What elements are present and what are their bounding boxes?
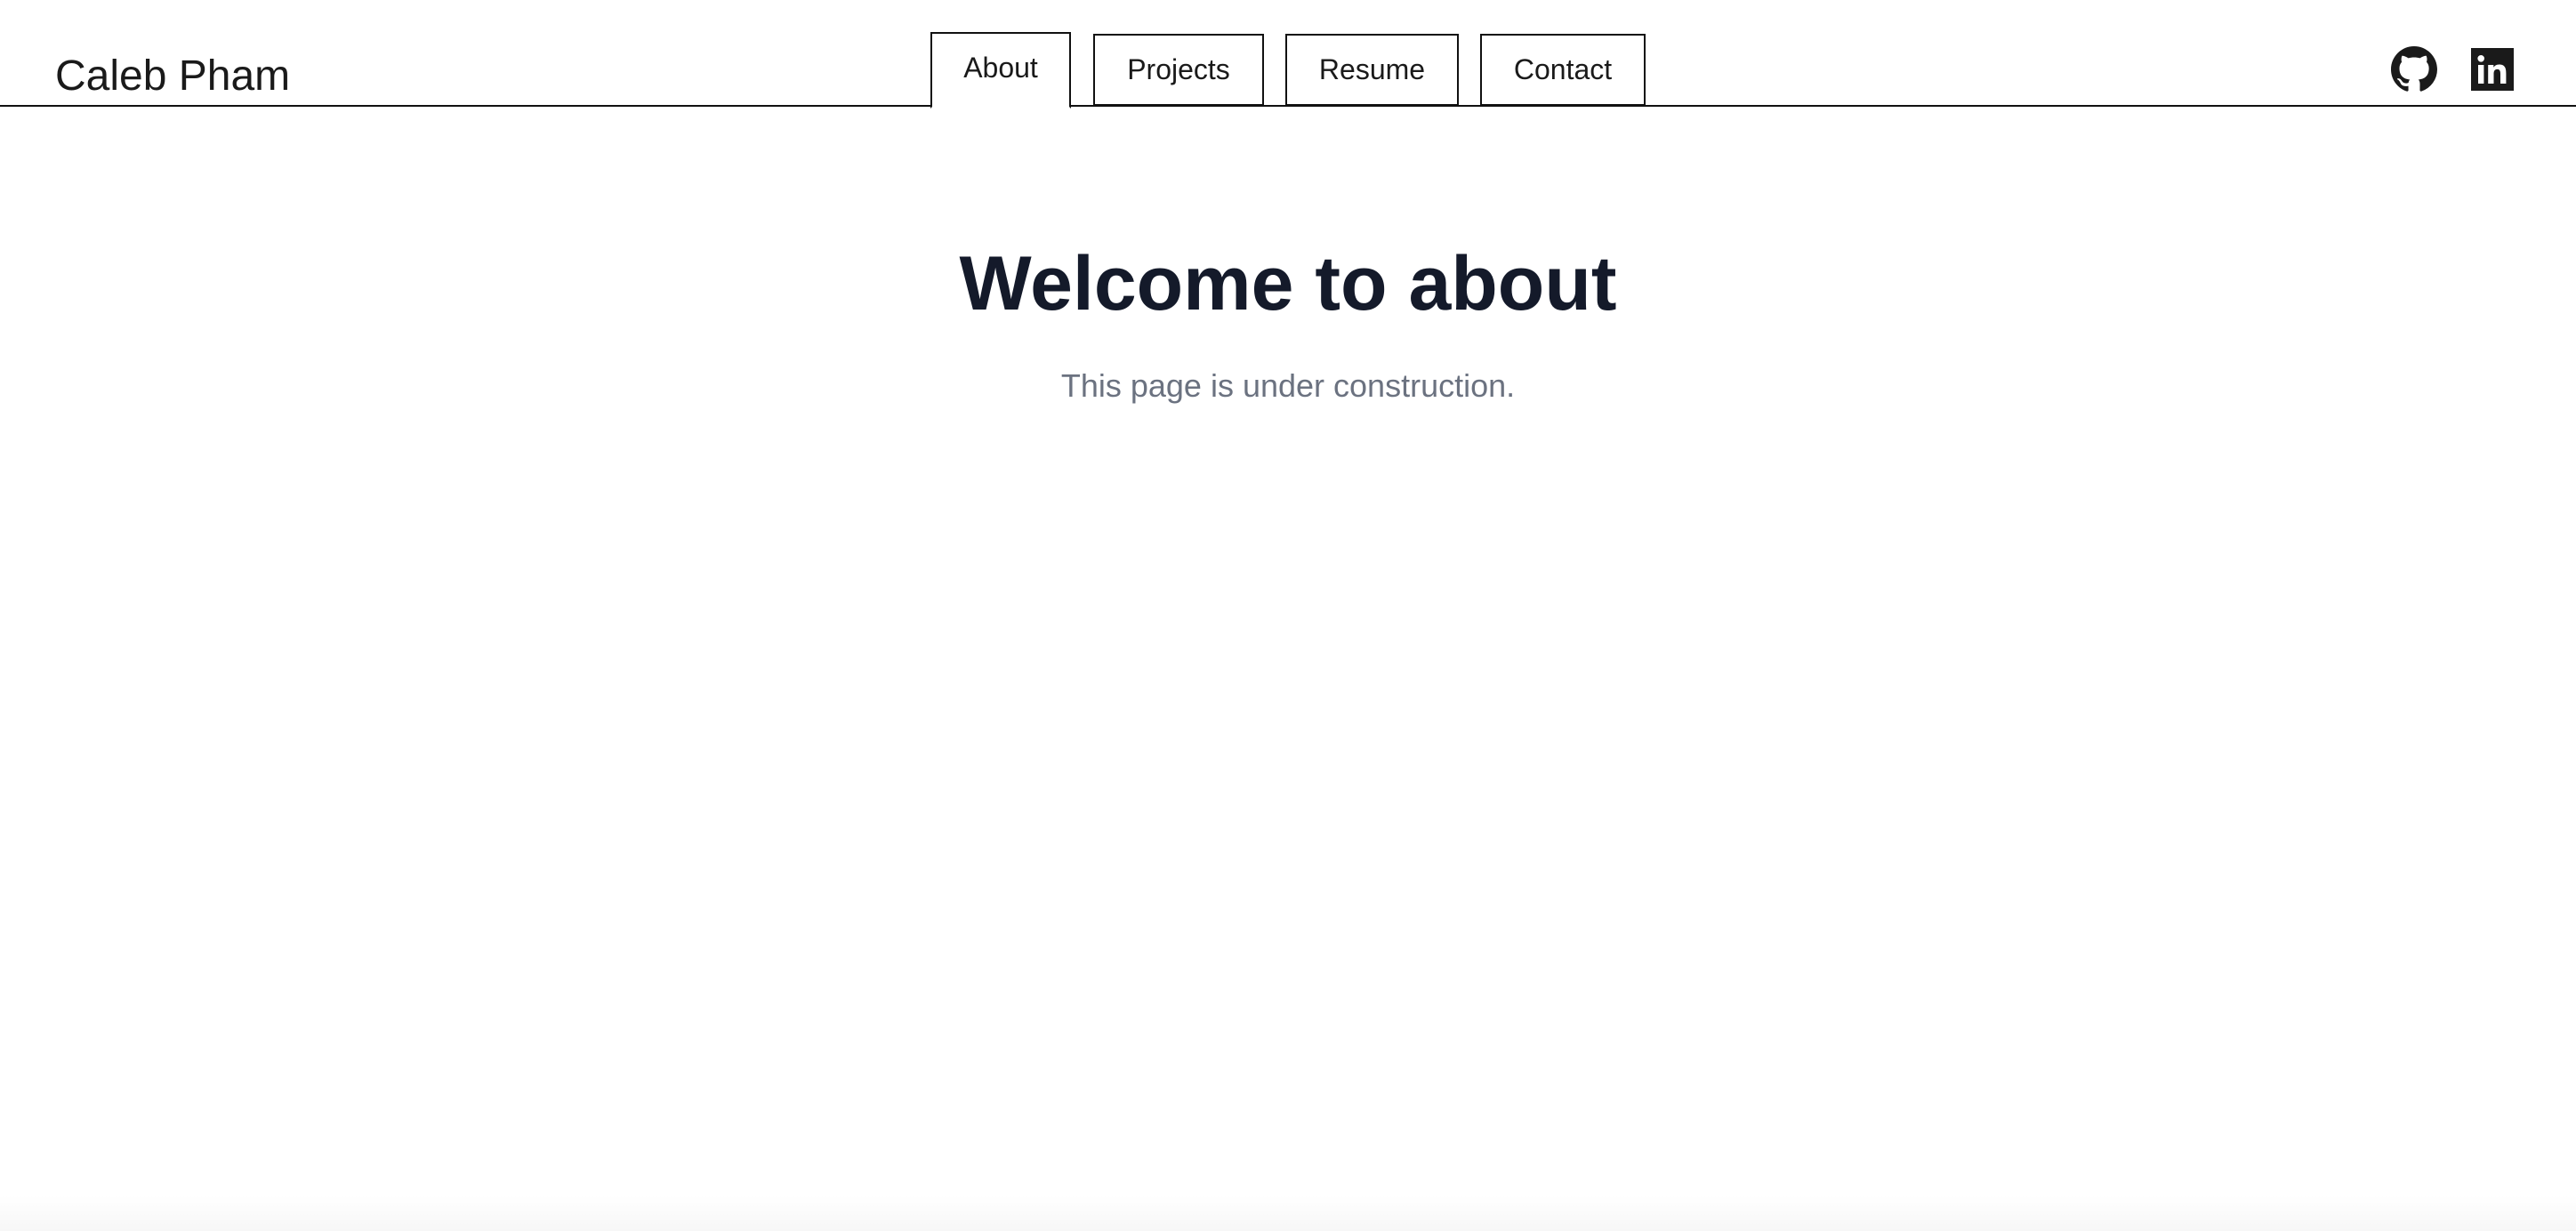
- tab-about[interactable]: About: [930, 32, 1071, 109]
- page-title: Welcome to about: [959, 241, 1617, 326]
- page-subtitle: This page is under construction.: [1060, 367, 1516, 404]
- github-icon[interactable]: [2391, 46, 2437, 93]
- linkedin-icon[interactable]: [2471, 48, 2514, 91]
- site-name[interactable]: Caleb Pham: [55, 52, 290, 101]
- tab-projects[interactable]: Projects: [1093, 34, 1264, 106]
- bottom-shadow: [0, 1195, 2576, 1231]
- tab-resume[interactable]: Resume: [1285, 34, 1459, 106]
- tab-contact[interactable]: Contact: [1480, 34, 1646, 106]
- page: Caleb Pham About Projects Resume Contact…: [0, 0, 2576, 1231]
